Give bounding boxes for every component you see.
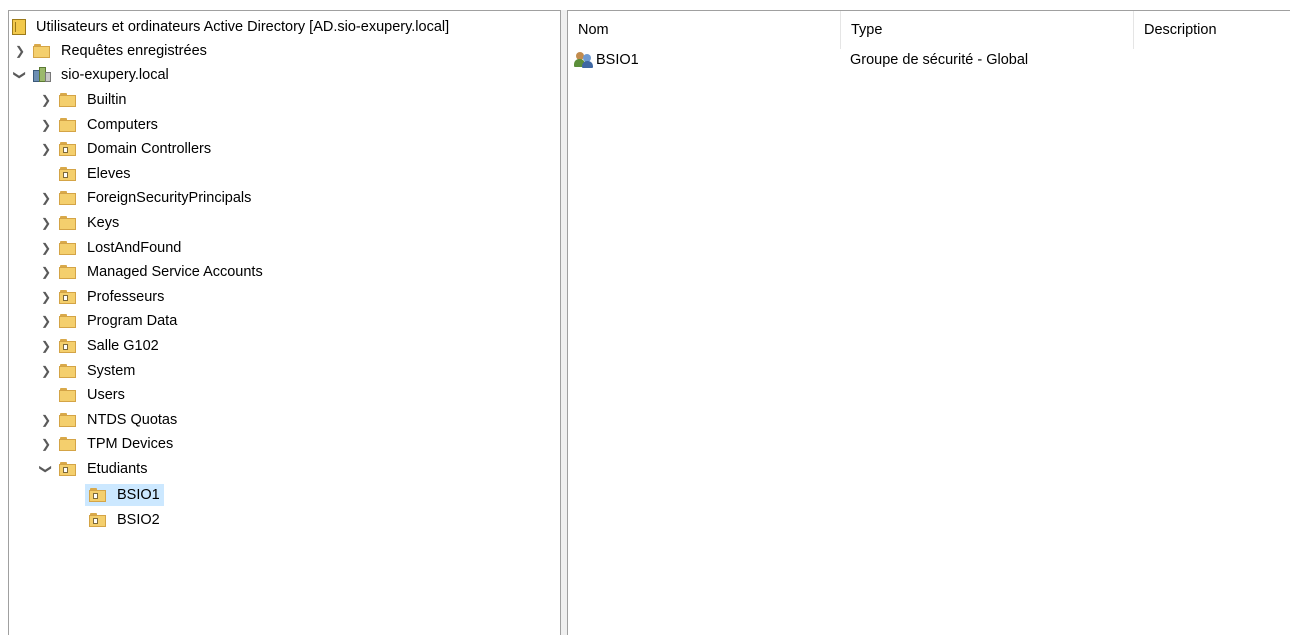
tree-item-label: Salle G102 [87, 338, 159, 354]
column-header-name[interactable]: Nom [568, 11, 841, 49]
tree-item-label: Computers [87, 116, 158, 133]
chevron-down-icon[interactable]: ❯ [9, 68, 31, 82]
tree-item-label: Requêtes enregistrées [61, 43, 207, 59]
folder-icon [59, 191, 77, 206]
chevron-right-icon[interactable]: ❯ [39, 237, 53, 259]
organizational-unit-icon [59, 289, 77, 304]
tree-item-label: Domain Controllers [87, 141, 212, 158]
tree-item-inner: BSIO2 [85, 509, 164, 531]
tree-item[interactable]: ❯ Salle G102 [39, 335, 161, 357]
tree-item-domain[interactable]: ❯ sio-exupery.local [13, 64, 171, 86]
tree-item-saved-queries[interactable]: ❯ Requêtes enregistrées [13, 40, 209, 62]
tree-item[interactable]: ❯ Builtin [39, 89, 129, 111]
console-tree-pane: Utilisateurs et ordinateurs Active Direc… [8, 10, 561, 635]
details-list-pane: Nom Type Description BSIO1 Groupe de séc… [567, 10, 1290, 635]
tree-item[interactable]: ❯ Etudiants [39, 458, 149, 480]
tree-item-label: Users [87, 387, 125, 404]
tree-item-label: ForeignSecurityPrincipals [87, 190, 252, 207]
tree-item[interactable]: Users [39, 384, 127, 406]
folder-icon [33, 44, 51, 58]
tree-item[interactable]: ❯ Professeurs [39, 286, 166, 308]
tree-item-label: NTDS Quotas [87, 411, 178, 428]
tree-item[interactable]: ❯ Program Data [39, 310, 179, 332]
folder-icon [59, 93, 77, 107]
tree-item[interactable]: Eleves [39, 163, 133, 185]
list-cell-name-text: BSIO1 [596, 52, 639, 68]
tree-item[interactable]: ❯ System [39, 360, 137, 382]
tree-item[interactable]: ❯ NTDS Quotas [39, 409, 179, 431]
tree-item-label: Professeurs [87, 288, 165, 305]
tree-item[interactable]: ❯ TPM Devices [39, 433, 175, 455]
folder-icon [59, 117, 77, 132]
tree-item-label: TPM Devices [87, 436, 174, 453]
organizational-unit-icon [89, 488, 107, 502]
tree-item[interactable]: ❯ Computers [39, 114, 160, 136]
tree-item-child[interactable]: BSIO1 [85, 484, 164, 506]
list-row[interactable]: BSIO1 Groupe de sécurité - Global [568, 49, 1290, 71]
chevron-down-icon[interactable]: ❯ [35, 462, 57, 476]
list-cell-type: Groupe de sécurité - Global [850, 52, 1029, 68]
organizational-unit-icon [59, 339, 77, 353]
chevron-right-icon[interactable]: ❯ [39, 433, 53, 455]
chevron-right-icon[interactable]: ❯ [39, 335, 53, 357]
folder-icon [59, 240, 77, 255]
chevron-right-icon[interactable]: ❯ [39, 261, 53, 283]
tree-item[interactable]: ❯ Managed Service Accounts [39, 261, 265, 283]
organizational-unit-icon [59, 142, 77, 157]
tree-item-label: Builtin [87, 92, 127, 108]
tree-item-label: Eleves [87, 165, 131, 182]
tree-item-label: Etudiants [87, 461, 148, 477]
chevron-right-icon[interactable]: ❯ [39, 409, 53, 431]
folder-icon [59, 388, 77, 403]
chevron-right-icon[interactable]: ❯ [39, 286, 53, 308]
folder-icon [59, 437, 77, 452]
security-group-icon [574, 52, 594, 68]
tree-item-label: System [87, 362, 136, 379]
tree-item[interactable]: ❯ ForeignSecurityPrincipals [39, 187, 253, 209]
chevron-right-icon[interactable]: ❯ [39, 310, 53, 332]
chevron-right-icon[interactable]: ❯ [39, 360, 53, 382]
folder-icon [59, 314, 77, 329]
tree-item-label: Managed Service Accounts [87, 264, 263, 281]
chevron-right-icon[interactable]: ❯ [39, 138, 53, 160]
list-cell-name: BSIO1 [574, 49, 639, 71]
chevron-right-icon[interactable]: ❯ [39, 89, 53, 111]
aduc-console-icon [12, 19, 26, 35]
folder-icon [59, 412, 77, 427]
folder-icon [59, 363, 77, 378]
tree-item-label: Keys [87, 215, 120, 231]
chevron-right-icon[interactable]: ❯ [39, 212, 53, 234]
domain-icon [33, 67, 51, 83]
tree-item[interactable]: ❯ Keys [39, 212, 121, 234]
column-header-description[interactable]: Description [1134, 11, 1290, 49]
tree-item-label: BSIO2 [117, 511, 160, 528]
aduc-window: Utilisateurs et ordinateurs Active Direc… [0, 0, 1290, 635]
tree-item-label: Program Data [87, 313, 178, 330]
organizational-unit-icon [59, 462, 77, 476]
tree-item-label: BSIO1 [117, 487, 160, 503]
chevron-right-icon[interactable]: ❯ [13, 40, 27, 62]
tree-root[interactable]: Utilisateurs et ordinateurs Active Direc… [12, 16, 451, 38]
tree-item-label: sio-exupery.local [61, 67, 169, 83]
chevron-right-icon[interactable]: ❯ [39, 114, 53, 136]
organizational-unit-icon [59, 166, 77, 181]
organizational-unit-icon [89, 512, 107, 527]
folder-icon [59, 216, 77, 230]
tree-item[interactable]: ❯ LostAndFound [39, 237, 183, 259]
selected-highlight: BSIO1 [85, 484, 164, 506]
chevron-right-icon[interactable]: ❯ [39, 187, 53, 209]
tree-item[interactable]: ❯ Domain Controllers [39, 138, 213, 160]
column-header-type[interactable]: Type [841, 11, 1134, 49]
tree-root-label: Utilisateurs et ordinateurs Active Direc… [36, 19, 450, 35]
tree-item-child[interactable]: BSIO2 [85, 509, 164, 531]
tree-item-label: LostAndFound [87, 239, 182, 256]
folder-icon [59, 265, 77, 280]
